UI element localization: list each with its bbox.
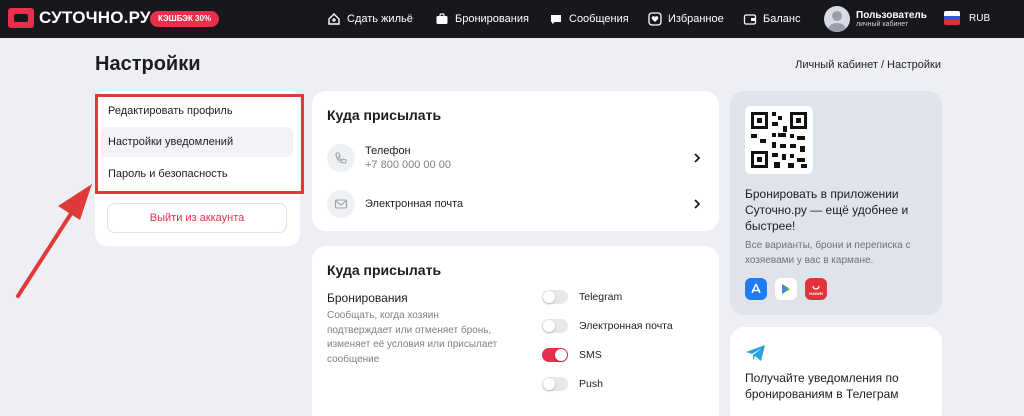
notification-card: Куда присылать Бронирования Сообщать, ко…: [312, 246, 719, 416]
nav-bookings-label: Бронирования: [455, 13, 529, 25]
phone-row[interactable]: Телефон +7 800 000 00 00: [327, 143, 702, 173]
nav-bookings[interactable]: Бронирования: [435, 0, 529, 38]
promo-title: Бронировать в приложении Суточно.ру — ещ…: [745, 187, 909, 233]
nav-balance-label: Баланс: [763, 13, 801, 25]
bag-icon: [812, 285, 820, 290]
phone-value: +7 800 000 00 00: [365, 159, 451, 171]
nav-favorites-label: Избранное: [668, 13, 724, 25]
envelope-icon: [327, 190, 355, 218]
qr-code-icon[interactable]: [745, 106, 813, 174]
avatar: [824, 6, 850, 32]
toggle-row-telegram[interactable]: Telegram: [542, 290, 622, 304]
email-toggle[interactable]: [542, 319, 568, 333]
house-plus-icon: [328, 13, 340, 25]
telegram-promo-title: Получайте уведомления по бронированиям в…: [745, 371, 899, 401]
huawei-appgallery-icon[interactable]: HUAWEI: [805, 278, 827, 300]
telegram-promo-card[interactable]: Получайте уведомления по бронированиям в…: [730, 327, 942, 416]
promo-subtitle: Все варианты, брони и переписка с хозяев…: [745, 240, 911, 266]
toggle-label: Электронная почта: [579, 320, 673, 332]
bookings-section-description: Сообщать, когда хозяин подтверждает или …: [327, 310, 498, 365]
huawei-label: HUAWEI: [809, 291, 823, 296]
user-name: Пользователь: [856, 9, 927, 21]
toggle-label: SMS: [579, 349, 602, 361]
notification-card-title: Куда присылать: [327, 262, 442, 278]
toggle-label: Push: [579, 378, 603, 390]
toggle-row-sms[interactable]: SMS: [542, 348, 602, 362]
telegram-icon: [746, 345, 765, 361]
toggle-row-email[interactable]: Электронная почта: [542, 319, 673, 333]
email-row[interactable]: Электронная почта: [327, 189, 702, 219]
contact-card-title: Куда присылать: [327, 107, 442, 123]
telegram-toggle[interactable]: [542, 290, 568, 304]
briefcase-icon: [436, 13, 448, 24]
annotation-highlight-box: [95, 94, 304, 194]
nav-rent-out[interactable]: Сдать жильё: [327, 0, 413, 38]
annotation-arrow-icon: [16, 184, 92, 298]
push-toggle[interactable]: [542, 377, 568, 391]
cashback-badge[interactable]: КЭШБЭК 30%: [150, 11, 220, 27]
user-menu[interactable]: Пользователь личный кабинет: [824, 6, 927, 32]
nav-messages-label: Сообщения: [569, 13, 629, 25]
phone-label: Телефон: [365, 145, 411, 157]
phone-icon: [327, 144, 355, 172]
currency-selector[interactable]: RUB: [944, 11, 990, 25]
toggle-row-push[interactable]: Push: [542, 377, 603, 391]
contact-card: Куда присылать Телефон +7 800 000 00 00 …: [312, 91, 719, 231]
app-promo-card: Бронировать в приложении Суточно.ру — ещ…: [730, 91, 942, 315]
toggle-label: Telegram: [579, 291, 623, 303]
app-store-icon[interactable]: [745, 278, 767, 300]
nav-messages[interactable]: Сообщения: [549, 0, 629, 38]
chat-icon: [551, 15, 561, 24]
bookings-section-label: Бронирования: [327, 291, 408, 305]
chevron-right-icon: [694, 199, 701, 209]
currency-label: RUB: [969, 12, 991, 24]
chevron-right-icon: [694, 153, 701, 163]
logout-button[interactable]: Выйти из аккаунта: [107, 203, 287, 233]
user-subtitle: личный кабинет: [856, 20, 909, 28]
heart-icon: [648, 12, 662, 26]
wallet-icon: [743, 14, 757, 25]
breadcrumb[interactable]: Личный кабинет / Настройки: [795, 59, 941, 71]
email-label: Электронная почта: [365, 198, 464, 210]
nav-favorites[interactable]: Избранное: [648, 0, 724, 38]
google-play-icon[interactable]: [775, 278, 797, 300]
nav-rent-out-label: Сдать жильё: [347, 13, 413, 25]
sms-toggle[interactable]: [542, 348, 568, 362]
nav-balance[interactable]: Баланс: [743, 0, 800, 38]
russia-flag-icon: [944, 11, 960, 25]
top-header: СУТОЧНО.РУ КЭШБЭК 30% Сдать жильё Бронир…: [0, 0, 1024, 38]
